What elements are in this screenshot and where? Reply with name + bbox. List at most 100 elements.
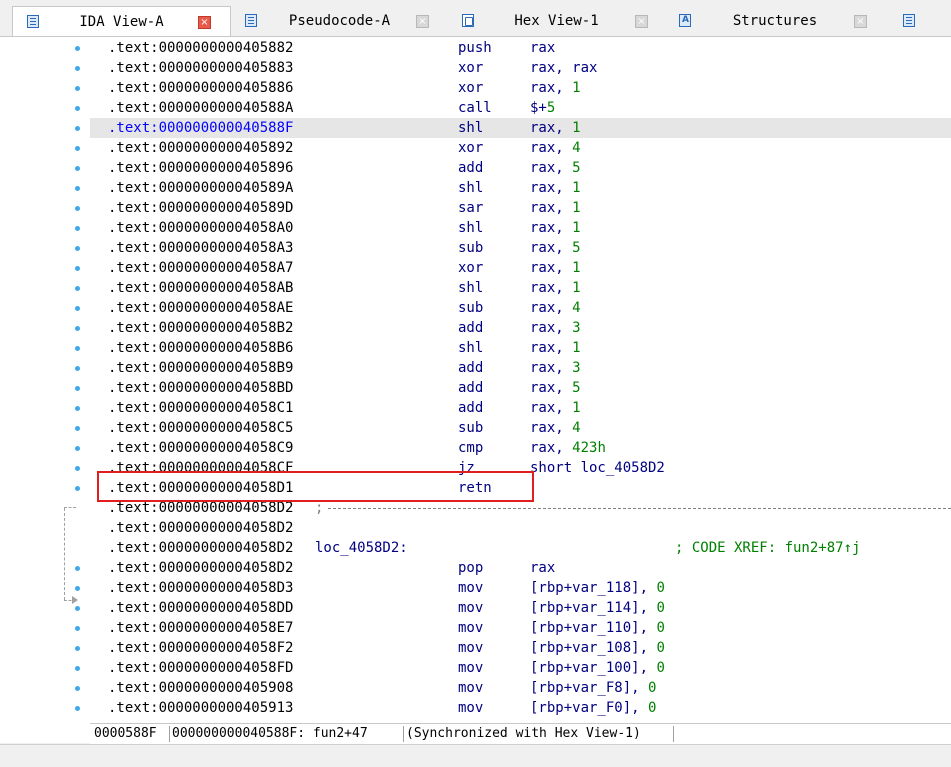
operand-text: rax, xyxy=(530,420,573,436)
close-icon[interactable]: × xyxy=(416,15,429,28)
tab-structures[interactable]: Structures × xyxy=(665,6,885,36)
operand-text: rax, rax xyxy=(530,60,598,76)
instruction-dot-icon xyxy=(75,606,80,611)
instruction-operands: rax, 1 xyxy=(530,218,581,238)
listing-row[interactable]: .text:00000000004058A7 xor rax, 1 xyxy=(90,258,951,278)
operand-number: 4 xyxy=(572,300,581,316)
operand-number: 0 xyxy=(656,640,665,656)
listing-row[interactable]: .text:00000000004058A3 sub rax, 5 xyxy=(90,238,951,258)
listing-row[interactable]: .text:00000000004058D2 pop rax xyxy=(90,558,951,578)
listing-row[interactable]: .text:0000000000405892 xor rax, 4 xyxy=(90,138,951,158)
close-icon[interactable]: × xyxy=(198,16,211,29)
listing-row[interactable]: .text:00000000004058C1 add rax, 1 xyxy=(90,398,951,418)
operand-text: rax, xyxy=(530,140,573,156)
listing-row[interactable]: .text:0000000000405883 xor rax, rax xyxy=(90,58,951,78)
listing-row[interactable]: .text:00000000004058D2 xyxy=(90,518,951,538)
listing-row[interactable]: .text:00000000004058D2 loc_4058D2: ; CODE … xyxy=(90,538,951,558)
listing-row[interactable]: .text:00000000004058C9 cmp rax, 423h xyxy=(90,438,951,458)
instruction-dot-icon xyxy=(75,46,80,51)
instruction-mnemonic: mov xyxy=(458,600,484,616)
operand-number: 0 xyxy=(656,620,665,636)
instruction-dot-icon xyxy=(75,366,80,371)
instruction-operands: rax, 1 xyxy=(530,338,581,358)
instruction-dot-icon xyxy=(75,466,80,471)
instruction-mnemonic: pop xyxy=(458,560,484,576)
close-icon[interactable]: × xyxy=(635,15,648,28)
listing-row[interactable]: .text:00000000004058D3 mov [rbp+var_118], … xyxy=(90,578,951,598)
listing-row[interactable]: .text:00000000004058B6 shl rax, 1 xyxy=(90,338,951,358)
listing-row[interactable]: .text:000000000040589A shl rax, 1 xyxy=(90,178,951,198)
operand-number: 1 xyxy=(572,220,581,236)
tab-label: Structures xyxy=(732,13,818,29)
instruction-operands: [rbp+var_110], 0 xyxy=(530,618,665,638)
disassembly-listing[interactable]: .text:0000000000405882 push rax .text:00000… xyxy=(90,37,951,723)
instruction-dot-icon xyxy=(75,66,80,71)
listing-row[interactable]: .text:0000000000405908 mov [rbp+var_F8], 0 xyxy=(90,678,951,698)
operand-number: 1 xyxy=(572,280,581,296)
jump-arrow-line xyxy=(64,508,65,600)
listing-row[interactable]: .text:00000000004058E7 mov [rbp+var_110], … xyxy=(90,618,951,638)
highlight-box xyxy=(97,471,534,502)
listing-row[interactable]: .text:00000000004058FD mov [rbp+var_100], … xyxy=(90,658,951,678)
listing-row[interactable]: .text:00000000004058BD add rax, 5 xyxy=(90,378,951,398)
tab-pseudocode-a[interactable]: Pseudocode-A × xyxy=(231,6,448,36)
tab-ida-view-a[interactable]: IDA View-A × xyxy=(12,6,231,36)
operand-text: [rbp+var_114], xyxy=(530,600,657,616)
status-location: 000000000040588F: fun2+47 xyxy=(170,726,404,742)
instruction-operands: rax, 5 xyxy=(530,158,581,178)
listing-row[interactable]: .text:00000000004058F2 mov [rbp+var_108], … xyxy=(90,638,951,658)
listing-row[interactable]: .text:0000000000405882 push rax xyxy=(90,38,951,58)
listing-row[interactable]: .text:000000000040588F shl rax, 1 xyxy=(90,118,951,138)
instruction-dot-icon xyxy=(75,206,80,211)
listing-row[interactable]: .text:00000000004058B9 add rax, 3 xyxy=(90,358,951,378)
instruction-dot-icon xyxy=(75,486,80,491)
xref-comment[interactable]: ; CODE XREF: fun2+87↑j xyxy=(675,538,860,558)
instruction-mnemonic: xor xyxy=(458,260,484,276)
instruction-mnemonic: sub xyxy=(458,300,484,316)
instruction-dot-icon xyxy=(75,306,80,311)
listing-row[interactable]: .text:000000000040589D sar rax, 1 xyxy=(90,198,951,218)
row-address: .text:0000000000405886 xyxy=(108,80,294,96)
listing-row[interactable]: .text:00000000004058C5 sub rax, 4 xyxy=(90,418,951,438)
listing-row[interactable]: .text:00000000004058DD mov [rbp+var_114], … xyxy=(90,598,951,618)
tab-label: Hex View-1 xyxy=(514,13,599,29)
status-offset: 0000588F xyxy=(92,726,170,742)
listing-row[interactable]: .text:00000000004058AB shl rax, 1 xyxy=(90,278,951,298)
row-address: .text:0000000000405882 xyxy=(108,40,294,56)
listing-row[interactable]: .text:0000000000405896 add rax, 5 xyxy=(90,158,951,178)
operand-number: 0 xyxy=(648,700,657,716)
operand-number: 5 xyxy=(572,380,581,396)
row-address: .text:00000000004058D2 xyxy=(108,560,294,576)
operand-number: 1 xyxy=(572,340,581,356)
row-address: .text:00000000004058B2 xyxy=(108,320,294,336)
row-address: .text:00000000004058E7 xyxy=(108,620,294,636)
listing-row[interactable]: .text:0000000000405886 xor rax, 1 xyxy=(90,78,951,98)
instruction-mnemonic: xor xyxy=(458,80,484,96)
instruction-mnemonic: push xyxy=(458,40,492,56)
instruction-operands: rax xyxy=(530,558,555,578)
instruction-dot-icon xyxy=(75,426,80,431)
listing-row[interactable]: .text:0000000000405913 mov [rbp+var_F0], 0 xyxy=(90,698,951,718)
instruction-mnemonic: shl xyxy=(458,220,484,236)
listing-row[interactable]: .text:000000000040588A call $+5 xyxy=(90,98,951,118)
row-address: .text:000000000040588A xyxy=(108,100,294,116)
instruction-operands: short loc_4058D2 xyxy=(530,458,665,478)
instruction-mnemonic: shl xyxy=(458,180,484,196)
listing-row[interactable]: .text:00000000004058A0 shl rax, 1 xyxy=(90,218,951,238)
instruction-operands: rax, 1 xyxy=(530,278,581,298)
listing-row[interactable]: .text:00000000004058B2 add rax, 3 xyxy=(90,318,951,338)
operand-text: rax, xyxy=(530,180,573,196)
instruction-mnemonic: add xyxy=(458,380,484,396)
tab-hex-view-1[interactable]: Hex View-1 × xyxy=(448,6,665,36)
operand-number: 4 xyxy=(572,140,581,156)
row-address: .text:0000000000405892 xyxy=(108,140,294,156)
instruction-dot-icon xyxy=(75,126,80,131)
code-label[interactable]: loc_4058D2: xyxy=(315,538,408,558)
listing-row[interactable]: .text:00000000004058AE sub rax, 4 xyxy=(90,298,951,318)
close-icon[interactable]: × xyxy=(854,15,867,28)
instruction-dot-icon xyxy=(75,286,80,291)
tab-overflow[interactable] xyxy=(885,6,951,36)
operand-number: 5 xyxy=(572,240,581,256)
instruction-mnemonic: mov xyxy=(458,580,484,596)
row-address: .text:00000000004058D3 xyxy=(108,580,294,596)
